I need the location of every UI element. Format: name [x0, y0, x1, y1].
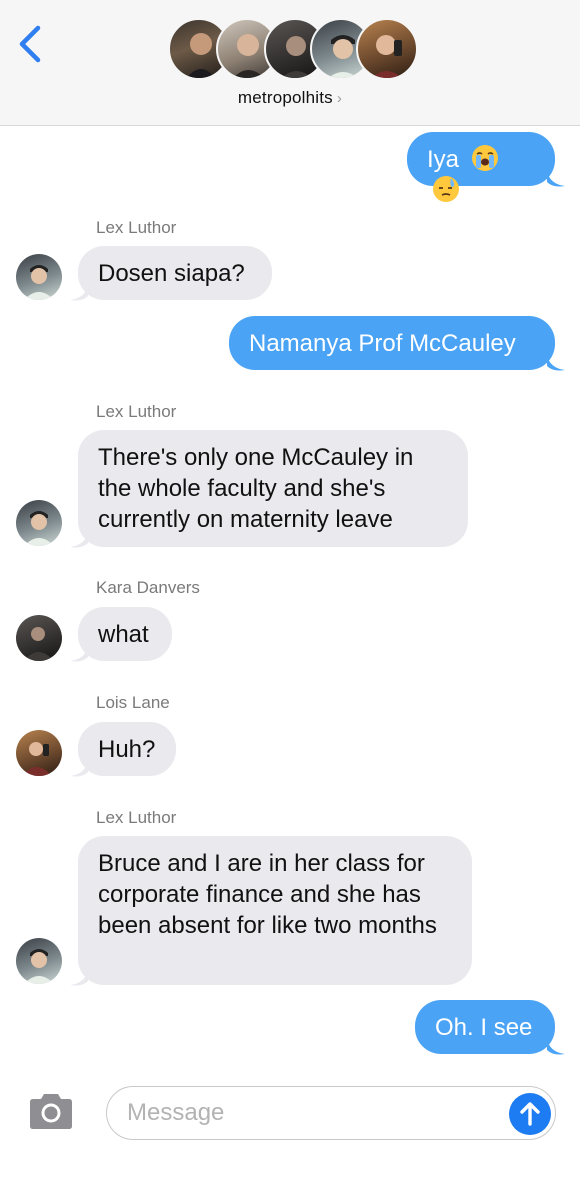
- sender-name: Lex Luthor: [96, 218, 177, 237]
- arrow-up-icon: [520, 1102, 540, 1126]
- bubble-tail: [70, 284, 88, 301]
- message-text: Oh. I see: [435, 1014, 533, 1041]
- sender-name: Lex Luthor: [96, 402, 177, 421]
- sender-name: Lois Lane: [96, 693, 170, 712]
- group-name-label: metropolhits: [237, 88, 333, 107]
- message-text: Iya: [427, 146, 460, 173]
- message-composer: [0, 1072, 580, 1152]
- chat-header: metropolhits ›: [0, 0, 580, 126]
- avatar-lex-luthor[interactable]: [16, 938, 62, 984]
- message-text: Bruce and I are in her class for corpora…: [98, 850, 437, 939]
- message-bubble-incoming[interactable]: Bruce and I are in her class for corpora…: [78, 836, 472, 985]
- sender-name: Lex Luthor: [96, 808, 177, 827]
- group-name-button[interactable]: metropolhits ›: [0, 88, 580, 108]
- message-text: Huh?: [98, 736, 156, 763]
- back-button[interactable]: [14, 22, 50, 66]
- message-bubble-incoming[interactable]: what: [78, 607, 172, 661]
- avatar-lex-luthor[interactable]: [16, 500, 62, 546]
- avatar-kara-danvers[interactable]: [16, 615, 62, 661]
- message-text: Namanya Prof McCauley: [249, 330, 516, 357]
- message-text: what: [98, 621, 149, 648]
- message-bubble-incoming[interactable]: Dosen siapa?: [78, 246, 272, 300]
- downcast-sweat-face-emoji: [433, 176, 459, 202]
- message-bubble-incoming[interactable]: There's only one McCauley in the whole f…: [78, 430, 468, 547]
- sender-name: Kara Danvers: [96, 578, 200, 597]
- bubble-tail: [547, 354, 565, 371]
- group-avatars[interactable]: [168, 18, 418, 80]
- send-button[interactable]: [509, 1093, 551, 1135]
- message-bubble-outgoing[interactable]: Oh. I see: [415, 1000, 555, 1054]
- message-bubble-outgoing[interactable]: Iya: [407, 132, 555, 202]
- camera-icon: [30, 1094, 72, 1129]
- group-avatar-5: [356, 18, 418, 80]
- message-bubble-outgoing[interactable]: Namanya Prof McCauley: [229, 316, 555, 370]
- bubble-tail: [70, 645, 88, 662]
- avatar-lois-lane[interactable]: [16, 730, 62, 776]
- loudly-crying-face-emoji: [471, 145, 498, 171]
- message-input[interactable]: [127, 1095, 497, 1131]
- camera-button[interactable]: [26, 1092, 76, 1132]
- avatar-lex-luthor[interactable]: [16, 254, 62, 300]
- message-bubble-incoming[interactable]: Huh?: [78, 722, 176, 776]
- message-text: There's only one McCauley in the whole f…: [98, 444, 414, 533]
- message-text: Dosen siapa?: [98, 260, 245, 287]
- bubble-tail: [70, 969, 88, 986]
- bubble-tail: [70, 760, 88, 777]
- bubble-tail: [547, 1038, 565, 1055]
- chevron-left-icon: [19, 25, 41, 63]
- bubble-tail: [70, 531, 88, 548]
- message-input-container: [106, 1086, 556, 1140]
- bubble-tail: [547, 170, 565, 187]
- chevron-right-icon: ›: [336, 90, 343, 107]
